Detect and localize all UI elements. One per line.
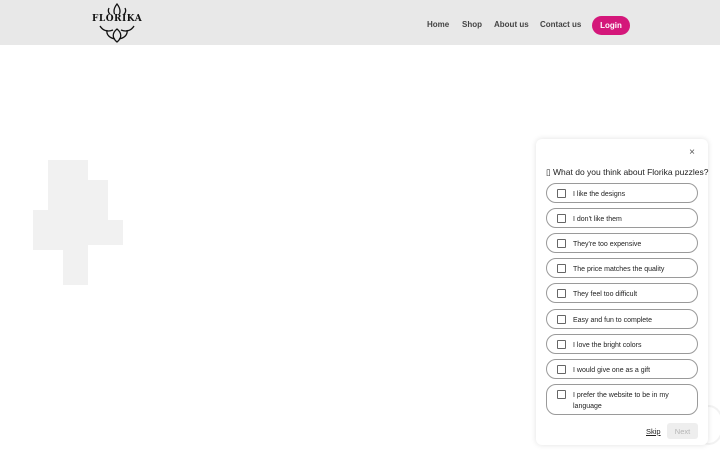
site-header: FLORIKA Home Shop About us Contact us Lo…: [0, 0, 720, 45]
option-label: They feel too difficult: [573, 291, 638, 298]
option-label: Easy and fun to complete: [573, 317, 652, 324]
option-likes-designs[interactable]: I like the designs: [546, 183, 698, 203]
checkbox[interactable]: [557, 239, 566, 248]
option-own-language[interactable]: I prefer the website to be in my languag…: [546, 384, 698, 415]
checkbox[interactable]: [557, 289, 566, 298]
faded-puzzle-icon: [33, 160, 123, 285]
close-icon[interactable]: ×: [686, 147, 698, 159]
option-label: I would give one as a gift: [573, 367, 651, 374]
feedback-survey: × ▯ What do you think about Florika puzz…: [536, 139, 708, 445]
nav-shop[interactable]: Shop: [462, 20, 482, 29]
nav-about-us[interactable]: About us: [494, 20, 529, 29]
option-label: They're too expensive: [573, 241, 642, 248]
option-dislikes[interactable]: I don't like them: [546, 208, 698, 228]
option-bright-colors[interactable]: I love the bright colors: [546, 334, 698, 354]
checkbox[interactable]: [557, 189, 566, 198]
option-price-matches-quality[interactable]: The price matches the quality: [546, 258, 698, 278]
checkbox[interactable]: [557, 340, 566, 349]
logo-text: FLORIKA: [92, 14, 143, 24]
checkbox[interactable]: [557, 365, 566, 374]
option-label: The price matches the quality: [573, 266, 665, 273]
option-too-expensive[interactable]: They're too expensive: [546, 233, 698, 253]
checkbox[interactable]: [557, 214, 566, 223]
florika-logo[interactable]: FLORIKA: [92, 2, 142, 44]
next-button[interactable]: Next: [667, 423, 698, 439]
checkbox[interactable]: [557, 315, 566, 324]
option-easy-fun[interactable]: Easy and fun to complete: [546, 309, 698, 329]
option-gift[interactable]: I would give one as a gift: [546, 359, 698, 379]
survey-question: ▯ What do you think about Florika puzzle…: [546, 167, 709, 177]
option-label: I love the bright colors: [573, 342, 642, 349]
skip-link[interactable]: Skip: [646, 427, 661, 436]
checkbox[interactable]: [557, 390, 566, 399]
checkbox[interactable]: [557, 264, 566, 273]
option-label: I don't like them: [573, 216, 622, 223]
option-label: I like the designs: [573, 191, 626, 198]
nav-home[interactable]: Home: [427, 20, 449, 29]
nav-contact-us[interactable]: Contact us: [540, 20, 581, 29]
option-label: I prefer the website to be in my languag…: [573, 392, 669, 410]
login-button[interactable]: Login: [592, 16, 630, 35]
option-too-difficult[interactable]: They feel too difficult: [546, 283, 698, 303]
